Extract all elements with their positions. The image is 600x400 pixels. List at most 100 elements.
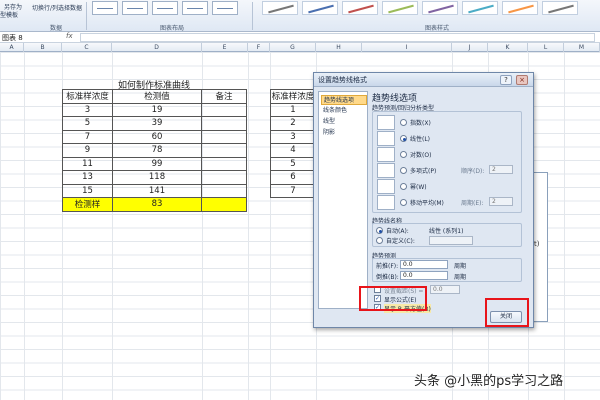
- cell[interactable]: [201, 170, 247, 185]
- column-header-k[interactable]: K: [488, 43, 528, 52]
- concentration-table: 标准样浓度 1 2 3 4 5 6 7: [270, 89, 316, 198]
- style-thumb-6[interactable]: [462, 1, 498, 15]
- column-header-b[interactable]: B: [24, 43, 62, 52]
- order-input[interactable]: 2: [489, 165, 513, 174]
- cell[interactable]: 141: [112, 183, 202, 198]
- cell[interactable]: 83: [112, 197, 202, 212]
- table-row: 11 99: [62, 156, 247, 171]
- column-header-g[interactable]: G: [270, 43, 316, 52]
- cell[interactable]: [201, 197, 247, 212]
- backward-input[interactable]: 0.0: [400, 271, 448, 280]
- period-input[interactable]: 2: [489, 197, 513, 206]
- cell[interactable]: 99: [112, 156, 202, 171]
- cell[interactable]: 39: [112, 116, 202, 131]
- style-thumb-8[interactable]: [542, 1, 578, 15]
- style-thumb-7[interactable]: [502, 1, 538, 15]
- header-concentration[interactable]: 标准样浓度: [62, 89, 113, 104]
- style-thumb-1[interactable]: [262, 1, 298, 15]
- forward-unit: 周期: [454, 263, 467, 270]
- template-label: 模板: [6, 12, 19, 19]
- cell[interactable]: [201, 129, 247, 144]
- cell[interactable]: 5: [62, 116, 113, 131]
- cell[interactable]: 7: [62, 129, 113, 144]
- cell[interactable]: 3: [270, 129, 316, 144]
- period-label: 周期(E):: [461, 200, 484, 207]
- nav-line-style[interactable]: 线型: [321, 117, 367, 127]
- cell[interactable]: 15: [62, 183, 113, 198]
- cell[interactable]: 13: [62, 170, 113, 185]
- radio-moving-average[interactable]: [400, 199, 407, 206]
- column-header-h[interactable]: H: [316, 43, 362, 52]
- intercept-input[interactable]: 0.0: [430, 285, 460, 294]
- custom-name-input[interactable]: [429, 236, 473, 245]
- layout-thumb-2[interactable]: [122, 1, 148, 15]
- layout-thumb-1[interactable]: [92, 1, 118, 15]
- column-header-a[interactable]: A: [0, 43, 24, 52]
- radio-name-custom[interactable]: [376, 237, 383, 244]
- option-label: 移动平均(M): [410, 200, 444, 207]
- cell[interactable]: [201, 116, 247, 131]
- grid-line: [564, 52, 565, 400]
- switch-row-col-button[interactable]: 切换行/列: [32, 3, 58, 12]
- cell[interactable]: 1: [270, 102, 316, 117]
- layout-thumb-5[interactable]: [212, 1, 238, 15]
- cell[interactable]: 118: [112, 170, 202, 185]
- column-header-m[interactable]: M: [564, 43, 600, 52]
- style-thumb-5[interactable]: [422, 1, 458, 15]
- cell[interactable]: 7: [270, 183, 316, 198]
- radio-exponential[interactable]: [400, 119, 407, 126]
- radio-polynomial[interactable]: [400, 167, 407, 174]
- cell[interactable]: 4: [270, 143, 316, 158]
- cell[interactable]: 19: [112, 102, 202, 117]
- cell[interactable]: [201, 183, 247, 198]
- column-header-c[interactable]: C: [62, 43, 112, 52]
- style-thumb-3[interactable]: [342, 1, 378, 15]
- radio-power[interactable]: [400, 183, 407, 190]
- cell[interactable]: 6: [270, 170, 316, 185]
- column-header-e[interactable]: E: [202, 43, 248, 52]
- style-thumb-4[interactable]: [382, 1, 418, 15]
- select-data-button[interactable]: 选择数据: [58, 3, 82, 12]
- option-label: 指数(X): [410, 120, 431, 127]
- column-header-i[interactable]: I: [362, 43, 452, 52]
- header-measured-value[interactable]: 检测值: [112, 89, 202, 104]
- cell[interactable]: [201, 156, 247, 171]
- cell[interactable]: 3: [62, 102, 113, 117]
- table-row: 2: [270, 116, 316, 131]
- polynomial-icon: [377, 163, 395, 178]
- help-button[interactable]: ?: [500, 75, 512, 85]
- header-note[interactable]: 备注: [201, 89, 247, 104]
- sample-row: 检测样 83: [62, 197, 247, 212]
- column-header-f[interactable]: F: [248, 43, 270, 52]
- close-icon[interactable]: ×: [516, 75, 528, 85]
- header-concentration[interactable]: 标准样浓度: [270, 89, 316, 104]
- cell[interactable]: 9: [62, 143, 113, 158]
- nav-trendline-options[interactable]: 趋势线选项: [321, 95, 367, 105]
- style-thumb-2[interactable]: [302, 1, 338, 15]
- nav-shadow[interactable]: 阴影: [321, 128, 367, 138]
- name-box[interactable]: 图表 8: [0, 33, 50, 42]
- cell[interactable]: 78: [112, 143, 202, 158]
- dialog-titlebar[interactable]: 设置趋势线格式 ? ×: [314, 73, 533, 87]
- column-header-l[interactable]: L: [528, 43, 564, 52]
- formula-input[interactable]: [80, 33, 595, 42]
- layout-thumb-4[interactable]: [182, 1, 208, 15]
- forward-input[interactable]: 0.0: [400, 260, 448, 269]
- cell[interactable]: 11: [62, 156, 113, 171]
- radio-linear[interactable]: [400, 135, 407, 142]
- radio-logarithmic[interactable]: [400, 151, 407, 158]
- layout-thumb-3[interactable]: [152, 1, 178, 15]
- cell[interactable]: 60: [112, 129, 202, 144]
- fx-icon[interactable]: fx: [66, 32, 73, 40]
- nav-line-color[interactable]: 线条颜色: [321, 106, 367, 116]
- dialog-nav: 趋势线选项 线条颜色 线型 阴影: [318, 91, 368, 309]
- radio-name-auto[interactable]: [376, 227, 383, 234]
- cell[interactable]: [201, 143, 247, 158]
- cell[interactable]: [201, 102, 247, 117]
- column-header-d[interactable]: D: [112, 43, 202, 52]
- table-row: 13 118: [62, 170, 247, 185]
- cell[interactable]: 2: [270, 116, 316, 131]
- column-header-j[interactable]: J: [452, 43, 488, 52]
- cell[interactable]: 5: [270, 156, 316, 171]
- cell[interactable]: 检测样: [62, 197, 113, 212]
